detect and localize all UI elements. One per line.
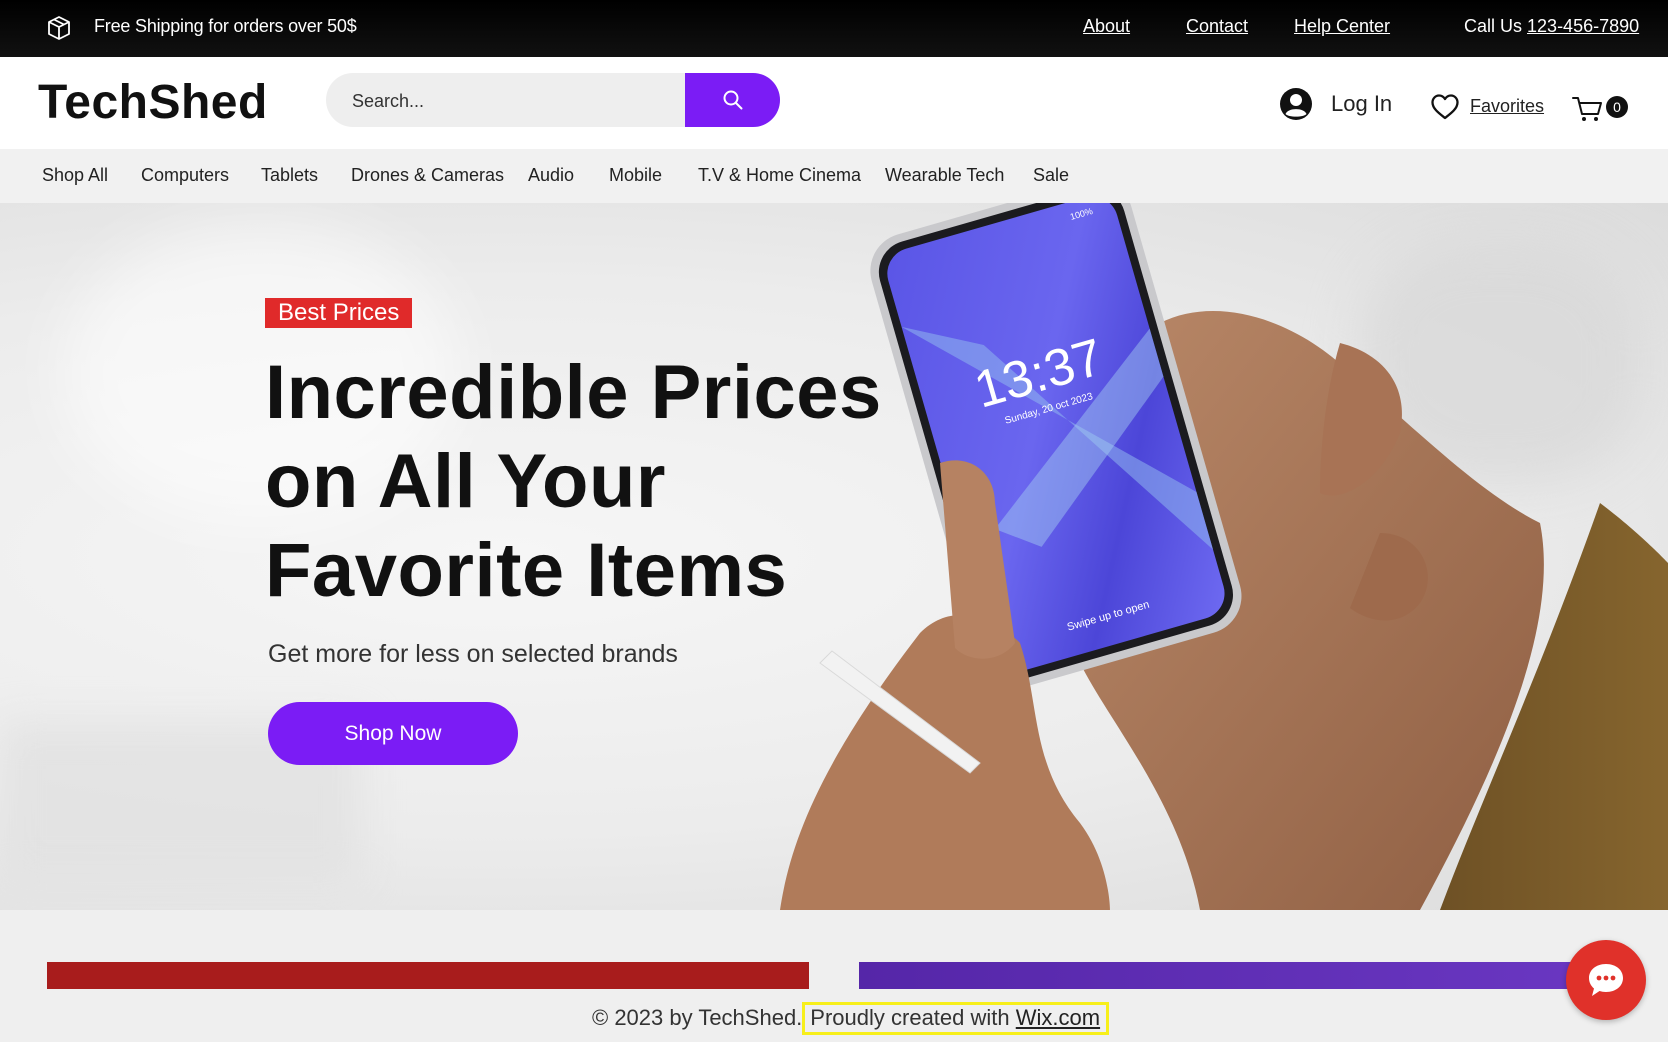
nav-shop-all[interactable]: Shop All — [42, 165, 108, 186]
search-input[interactable] — [350, 73, 684, 127]
cart-icon — [1572, 97, 1602, 121]
call-us-label: Call Us — [1464, 16, 1523, 36]
nav-mobile[interactable]: Mobile — [609, 165, 662, 186]
contact-link[interactable]: Contact — [1186, 16, 1248, 37]
hero-subheadline: Get more for less on selected brands — [268, 640, 678, 668]
headline-line-3: Favorite Items — [265, 528, 788, 613]
wix-link[interactable]: Wix.com — [1016, 1005, 1100, 1030]
headline-line-1: Incredible Prices — [265, 350, 882, 435]
user-icon — [1280, 88, 1312, 120]
footer-purple-bar — [859, 962, 1599, 989]
hero-banner: 13:37 Sunday, 20 oct 2023 100% Swipe up … — [0, 203, 1668, 910]
nav-tv-home-cinema[interactable]: T.V & Home Cinema — [698, 165, 861, 186]
nav-drones-cameras[interactable]: Drones & Cameras — [351, 165, 504, 186]
login-label: Log In — [1331, 91, 1393, 116]
best-prices-badge: Best Prices — [265, 298, 413, 328]
site-footer: © 2023 by TechShed. Proudly created with … — [0, 910, 1668, 1042]
search-bar — [326, 73, 780, 127]
site-header: TechShed Log In Favorites 0 — [0, 57, 1668, 149]
nav-wearable-tech[interactable]: Wearable Tech — [885, 165, 1004, 186]
category-nav: Shop All Computers Tablets Drones & Came… — [0, 149, 1668, 203]
nav-tablets[interactable]: Tablets — [261, 165, 318, 186]
shipping-message: Free Shipping for orders over 50$ — [94, 16, 357, 36]
cart-count-badge: 0 — [1606, 96, 1628, 118]
search-button[interactable] — [685, 73, 780, 127]
cart-button[interactable]: 0 — [1572, 95, 1630, 125]
favorites-label: Favorites — [1470, 96, 1545, 116]
copyright-text: © 2023 by TechShed. Proudly created with … — [592, 1002, 1110, 1035]
box-icon — [48, 16, 70, 40]
copyright-label: © 2023 by TechShed. — [592, 1005, 803, 1030]
footer-red-bar — [47, 962, 809, 989]
announcement-bar: Free Shipping for orders over 50$ About … — [0, 0, 1668, 57]
heart-icon — [1431, 94, 1459, 120]
search-icon — [723, 90, 743, 110]
about-link[interactable]: About — [1083, 16, 1130, 37]
phone-link[interactable]: 123-456-7890 — [1527, 16, 1639, 36]
call-us: Call Us 123-456-7890 — [1464, 16, 1639, 37]
shop-now-button[interactable]: Shop Now — [268, 702, 518, 765]
nav-audio[interactable]: Audio — [528, 165, 574, 186]
nav-sale[interactable]: Sale — [1033, 165, 1069, 186]
chat-icon — [1589, 964, 1623, 996]
created-with-label: Proudly created with — [810, 1005, 1010, 1030]
nav-computers[interactable]: Computers — [141, 165, 229, 186]
wix-credit-highlight: Proudly created with Wix.com — [802, 1002, 1110, 1035]
site-logo[interactable]: TechShed — [38, 75, 268, 130]
chat-button[interactable] — [1566, 940, 1646, 1020]
hero-headline: Incredible Prices on All Your Favorite I… — [265, 348, 915, 615]
help-center-link[interactable]: Help Center — [1294, 16, 1390, 37]
headline-line-2: on All Your — [265, 439, 666, 524]
